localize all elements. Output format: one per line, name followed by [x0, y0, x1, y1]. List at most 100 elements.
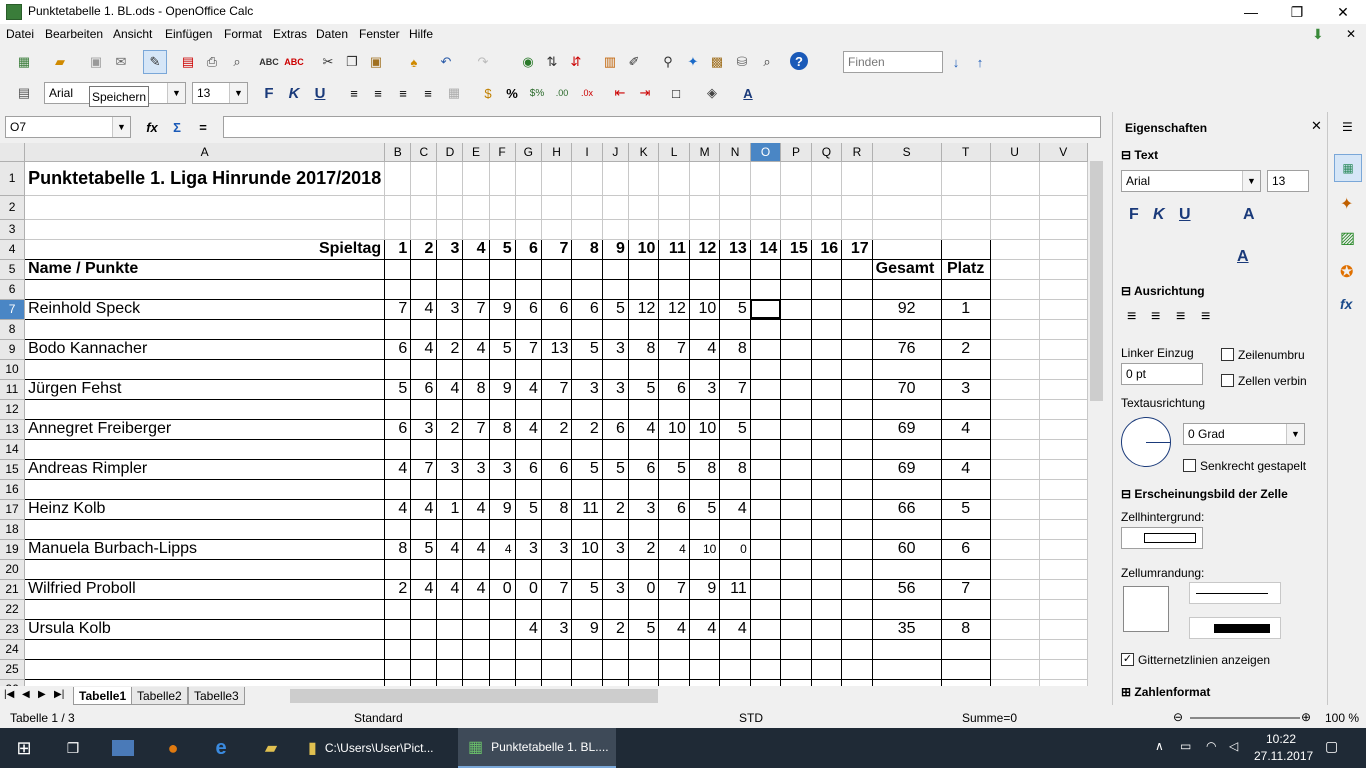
cell[interactable]	[515, 399, 542, 420]
score-cell[interactable]: 3	[628, 499, 660, 520]
row-header[interactable]: 24	[0, 639, 26, 660]
spieltag-number[interactable]: 11	[658, 239, 690, 260]
cell[interactable]	[941, 479, 991, 500]
cell[interactable]	[628, 639, 660, 660]
spieltag-number[interactable]: 4	[462, 239, 490, 260]
styles-icon[interactable]: ▤	[14, 83, 34, 103]
score-cell[interactable]: 0	[719, 539, 751, 560]
cell[interactable]	[750, 379, 782, 400]
function-wizard-icon[interactable]: fx	[142, 117, 162, 137]
vertical-scrollbar[interactable]	[1088, 143, 1105, 686]
cell[interactable]	[780, 519, 812, 540]
score-cell[interactable]: 8	[628, 339, 660, 360]
cell[interactable]	[628, 599, 660, 620]
network-icon[interactable]: ▭	[1180, 739, 1191, 753]
cell[interactable]	[719, 479, 751, 500]
cell[interactable]	[811, 559, 843, 580]
currency-icon[interactable]: $	[478, 83, 498, 103]
cell[interactable]	[1039, 279, 1088, 300]
cell[interactable]	[811, 479, 843, 500]
help-icon[interactable]: ?	[790, 52, 808, 70]
underline-icon[interactable]: U	[310, 83, 330, 103]
score-cell[interactable]: 8	[384, 539, 412, 560]
menu-icon[interactable]: ☰	[1342, 120, 1353, 134]
cell[interactable]	[658, 659, 690, 680]
spieltag-number[interactable]: 13	[719, 239, 751, 260]
cell[interactable]	[24, 659, 386, 680]
score-cell[interactable]: 4	[410, 339, 438, 360]
score-cell[interactable]: 2	[602, 619, 629, 640]
align-right-icon[interactable]: ≡	[1176, 308, 1185, 326]
cell[interactable]	[436, 679, 464, 686]
score-cell[interactable]: 4	[384, 459, 412, 480]
chevron-down-icon[interactable]: ▼	[229, 83, 247, 103]
update-icon[interactable]: ⬇	[1312, 26, 1324, 43]
cell[interactable]	[719, 279, 751, 300]
score-cell[interactable]: 6	[658, 379, 690, 400]
font-color-icon[interactable]: A	[738, 83, 758, 103]
column-header[interactable]: B	[384, 143, 412, 162]
font-color-icon[interactable]: A	[1237, 248, 1249, 266]
score-cell[interactable]: 10	[658, 419, 690, 440]
spieltag-number[interactable]: 9	[602, 239, 629, 260]
cell[interactable]	[628, 679, 660, 686]
cell[interactable]	[515, 519, 542, 540]
cell[interactable]	[462, 319, 490, 340]
score-cell[interactable]: 7	[658, 579, 690, 600]
score-cell[interactable]: 2	[602, 499, 629, 520]
column-header[interactable]: O	[750, 143, 782, 162]
cell[interactable]	[719, 639, 751, 660]
score-cell[interactable]: 5	[628, 619, 660, 640]
cell[interactable]	[780, 659, 812, 680]
cell[interactable]	[811, 195, 843, 220]
score-cell[interactable]: 8	[462, 379, 490, 400]
cell[interactable]	[689, 519, 721, 540]
score-cell[interactable]: 9	[689, 579, 721, 600]
column-header[interactable]: E	[462, 143, 490, 162]
row-header[interactable]: 22	[0, 599, 26, 620]
previous-sheet-icon[interactable]: ◀	[22, 689, 30, 700]
cell[interactable]	[1039, 161, 1088, 196]
score-cell[interactable]: 4	[658, 619, 690, 640]
cell[interactable]	[410, 399, 438, 420]
cell[interactable]	[780, 419, 812, 440]
cell[interactable]	[410, 219, 438, 240]
menu-bearbeiten[interactable]: Bearbeiten	[45, 27, 103, 41]
function-icon[interactable]: =	[193, 117, 213, 137]
score-cell[interactable]: 12	[658, 299, 690, 320]
cell[interactable]	[990, 195, 1040, 220]
cell[interactable]	[689, 479, 721, 500]
cell[interactable]	[602, 399, 629, 420]
cell[interactable]	[872, 559, 942, 580]
cell[interactable]	[24, 519, 386, 540]
score-cell[interactable]: 6	[628, 459, 660, 480]
cell[interactable]	[658, 599, 690, 620]
autospell-icon[interactable]: ABC	[284, 52, 304, 72]
row-header[interactable]: 26	[0, 679, 26, 686]
align-section-header[interactable]: ⊟ Ausrichtung	[1121, 284, 1205, 298]
score-cell[interactable]: 7	[410, 459, 438, 480]
background-color-picker[interactable]	[1121, 527, 1203, 549]
cell[interactable]	[750, 319, 782, 340]
functions-deck-icon[interactable]: fx	[1340, 296, 1352, 312]
cell[interactable]	[410, 259, 438, 280]
find-replace-icon[interactable]: ⚲	[658, 52, 678, 72]
sort-descending-icon[interactable]: ⇵	[566, 52, 586, 72]
player-name[interactable]: Bodo Kannacher	[24, 339, 386, 360]
cell[interactable]	[990, 359, 1040, 380]
cell[interactable]	[410, 659, 438, 680]
cell[interactable]	[489, 439, 516, 460]
score-cell[interactable]: 2	[436, 419, 464, 440]
row-header[interactable]: 23	[0, 619, 26, 640]
cell[interactable]	[780, 599, 812, 620]
cell[interactable]	[24, 319, 386, 340]
cell[interactable]	[841, 299, 873, 320]
cell[interactable]	[941, 319, 991, 340]
cell[interactable]	[628, 195, 660, 220]
cell[interactable]	[841, 559, 873, 580]
cell[interactable]	[436, 599, 464, 620]
cell[interactable]	[410, 639, 438, 660]
score-cell[interactable]: 5	[719, 299, 751, 320]
cell[interactable]	[489, 559, 516, 580]
cell[interactable]	[602, 259, 629, 280]
